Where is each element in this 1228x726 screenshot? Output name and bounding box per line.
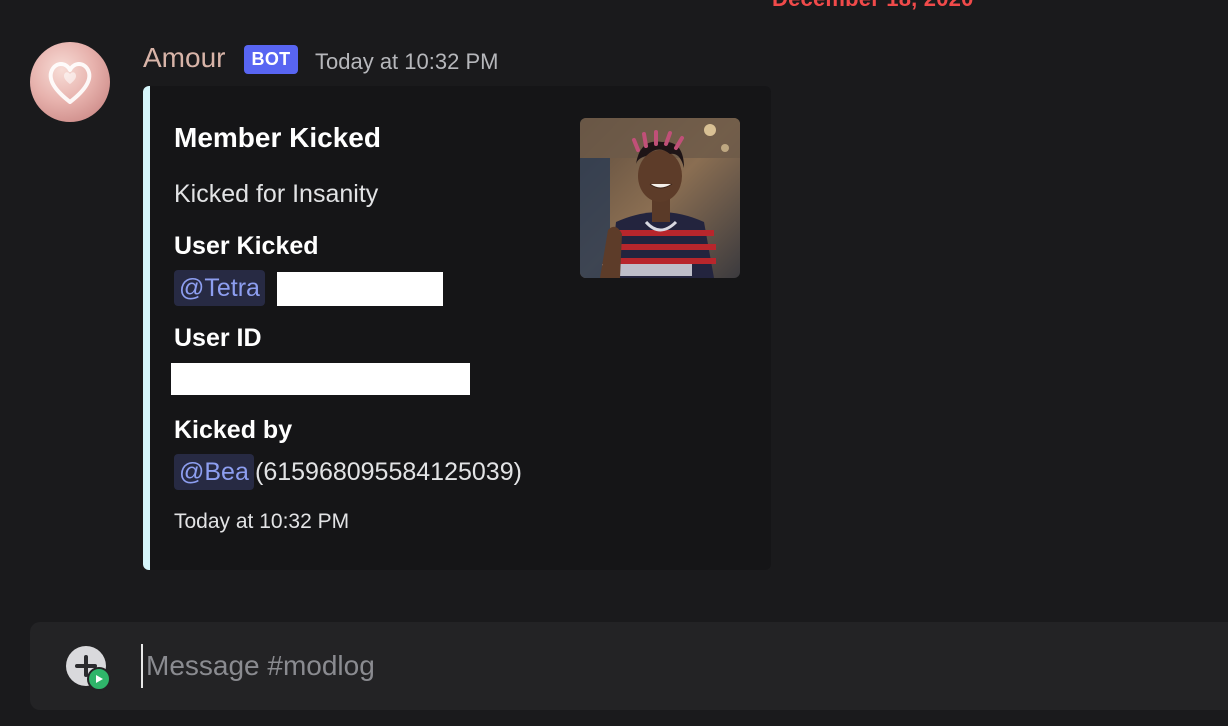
user-photo-thumbnail (580, 118, 740, 278)
date-divider: December 18, 2020 (772, 0, 974, 12)
mention-tetra[interactable]: @Tetra (174, 270, 265, 306)
bot-badge: BOT (244, 45, 298, 74)
kicked-by-user-id: (615968095584125039) (255, 458, 522, 486)
redaction-box (171, 363, 470, 395)
field-user-id-label: User ID (174, 324, 262, 352)
embed-thumbnail[interactable] (580, 118, 740, 278)
field-user-kicked-label: User Kicked (174, 232, 319, 260)
embed-accent-bar (143, 86, 150, 570)
field-kicked-by-label: Kicked by (174, 416, 293, 444)
author-name[interactable]: Amour (143, 42, 225, 74)
redaction-box (277, 272, 443, 306)
play-icon[interactable] (87, 667, 111, 691)
heart-logo-icon (48, 62, 92, 104)
embed-description: Kicked for Insanity (174, 180, 379, 208)
modlog-embed: Member Kicked Kicked for Insanity User K… (143, 86, 771, 570)
mention-bea[interactable]: @Bea (174, 454, 254, 490)
message-composer (30, 622, 1228, 710)
bot-avatar[interactable] (30, 42, 110, 122)
chat-view: December 18, 2020 Amour BOT Today at 10:… (0, 0, 1228, 726)
message-timestamp: Today at 10:32 PM (315, 49, 499, 74)
embed-footer-timestamp: Today at 10:32 PM (174, 510, 350, 533)
embed-title: Member Kicked (174, 122, 381, 153)
message-input[interactable] (141, 644, 1141, 688)
